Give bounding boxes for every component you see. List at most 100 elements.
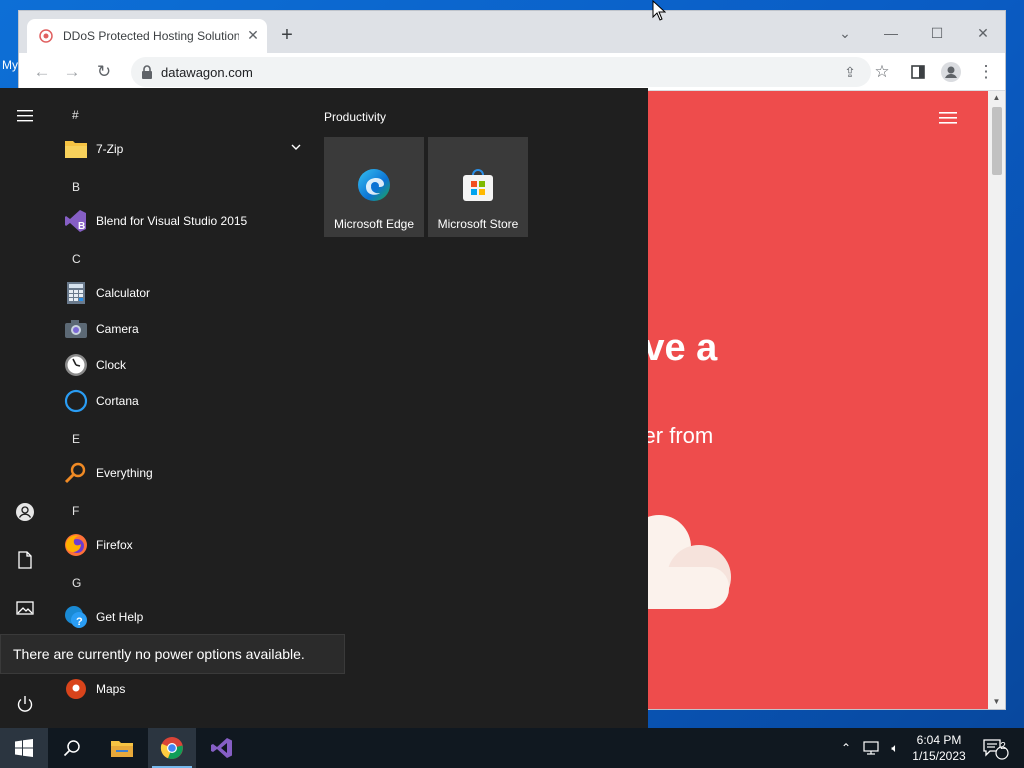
calculator-icon [64, 281, 88, 305]
start-menu: #7-Zip B B Blend for Visual Studio 2015 C Cal… [0, 88, 648, 728]
app-item-cortana[interactable]: Cortana [62, 383, 310, 419]
documents-button[interactable] [0, 540, 50, 580]
tile-microsoft-store[interactable]: Microsoft Store [428, 137, 528, 237]
network-icon [863, 741, 879, 755]
notification-count: 2 [1000, 741, 1006, 752]
app-name: Everything [96, 466, 153, 480]
side-panel-icon[interactable] [911, 65, 925, 79]
speaker-icon: 🔈︎ [891, 740, 899, 755]
app-item-get-help[interactable]: ? Get Help [62, 599, 310, 635]
power-icon [17, 696, 33, 712]
visual-studio-icon [211, 738, 232, 758]
app-name: Firefox [96, 538, 133, 552]
scroll-thumb[interactable] [992, 107, 1002, 175]
hamburger-icon [17, 110, 33, 122]
everything-icon [64, 461, 88, 485]
tile-microsoft-edge[interactable]: Microsoft Edge [324, 137, 424, 237]
taskbar-file-explorer[interactable] [98, 728, 146, 768]
site-favicon-icon [39, 29, 53, 43]
tile-label: Microsoft Store [437, 217, 519, 231]
app-name: Get Help [96, 610, 144, 624]
power-button[interactable] [0, 684, 50, 724]
app-list: #7-Zip B B Blend for Visual Studio 2015 C Cal… [50, 88, 312, 728]
app-name: 7-Zip [96, 142, 124, 156]
browser-tab[interactable]: DDoS Protected Hosting Solution ✕ [27, 19, 267, 53]
expand-menu-button[interactable] [0, 96, 50, 136]
search-button[interactable] [48, 728, 96, 768]
chevron-up-icon: ⌃ [840, 741, 852, 755]
app-item-camera[interactable]: Camera [62, 311, 310, 347]
svg-text:?: ? [76, 616, 83, 628]
group-header-0[interactable]: # [72, 108, 79, 122]
account-button[interactable] [0, 492, 50, 532]
file-explorer-icon [111, 741, 133, 757]
document-icon [18, 551, 32, 569]
show-hidden-icons-button[interactable]: ⌃ [836, 728, 856, 768]
app-name: Maps [96, 682, 126, 696]
taskbar: ⌃ 🔈︎ 6:04 PM 1/15/2023 2 [0, 728, 1024, 768]
start-rail [0, 88, 50, 728]
volume-button[interactable]: 🔈︎ [884, 728, 906, 768]
get-help-icon: ? [64, 605, 88, 629]
minimize-button[interactable]: — [877, 19, 905, 47]
scroll-up-icon[interactable]: ▲ [988, 91, 1005, 105]
back-button[interactable]: ← [31, 61, 53, 83]
app-item-firefox[interactable]: Firefox [62, 527, 310, 563]
pictures-button[interactable] [0, 588, 50, 628]
lock-icon[interactable] [141, 65, 153, 79]
close-window-button[interactable]: ✕ [969, 19, 997, 47]
search-icon [63, 740, 80, 757]
app-name: Cortana [96, 394, 139, 408]
network-button[interactable] [860, 728, 882, 768]
edge-icon [358, 169, 390, 201]
windows-logo-icon [15, 739, 33, 757]
reload-button[interactable]: ↻ [93, 61, 115, 83]
clock-date: 1/15/2023 [912, 749, 966, 763]
bookmark-star-icon[interactable]: ☆ [871, 61, 893, 83]
action-center-button[interactable]: 2 [978, 728, 1012, 768]
scroll-down-icon[interactable]: ▼ [988, 695, 1005, 709]
tile-group-title: Productivity [324, 110, 387, 124]
app-item-7-zip[interactable]: 7-Zip [62, 131, 310, 167]
forward-button[interactable]: → [61, 61, 83, 83]
group-header-5[interactable]: G [72, 576, 81, 590]
picture-icon [16, 601, 34, 615]
new-tab-button[interactable]: + [277, 25, 297, 45]
profile-avatar-icon[interactable] [941, 62, 961, 82]
power-options-tooltip: There are currently no power options ava… [0, 634, 345, 674]
tab-search-icon[interactable]: ⌄ [831, 19, 859, 47]
app-item-everything[interactable]: Everything [62, 455, 310, 491]
app-item-blend-for-visual-studio-2015[interactable]: B Blend for Visual Studio 2015 [62, 203, 310, 239]
group-header-2[interactable]: C [72, 252, 81, 266]
start-button[interactable] [0, 728, 48, 768]
desktop-icon-label[interactable]: My [2, 58, 18, 72]
user-icon [16, 503, 34, 521]
app-item-maps[interactable]: Maps [62, 671, 310, 707]
clock[interactable]: 6:04 PM 1/15/2023 [906, 732, 972, 764]
group-header-1[interactable]: B [72, 180, 80, 194]
group-header-4[interactable]: F [72, 504, 79, 518]
app-item-clock[interactable]: Clock [62, 347, 310, 383]
taskbar-chrome[interactable] [148, 728, 196, 768]
chevron-down-icon[interactable] [288, 139, 304, 155]
store-icon [463, 169, 493, 201]
folder-icon [64, 137, 88, 161]
cortana-icon [64, 389, 88, 413]
maximize-button[interactable]: ☐ [923, 19, 951, 47]
tab-close-icon[interactable]: ✕ [245, 27, 261, 43]
group-header-3[interactable]: E [72, 432, 80, 446]
taskbar-visual-studio[interactable] [198, 728, 246, 768]
clock-icon [64, 353, 88, 377]
chrome-menu-icon[interactable]: ⋮ [975, 61, 997, 83]
app-item-calculator[interactable]: Calculator [62, 275, 310, 311]
app-name: Camera [96, 322, 139, 336]
app-name: Calculator [96, 286, 151, 300]
svg-text:B: B [78, 221, 85, 232]
share-icon[interactable]: ⇪ [839, 61, 861, 83]
chrome-icon [160, 737, 183, 759]
page-scrollbar[interactable]: ▲ ▼ [988, 91, 1005, 709]
address-bar[interactable]: datawagon.com [131, 57, 871, 87]
blend-icon: B [64, 209, 88, 233]
url-text[interactable]: datawagon.com [161, 65, 253, 80]
site-menu-icon[interactable] [939, 111, 957, 125]
